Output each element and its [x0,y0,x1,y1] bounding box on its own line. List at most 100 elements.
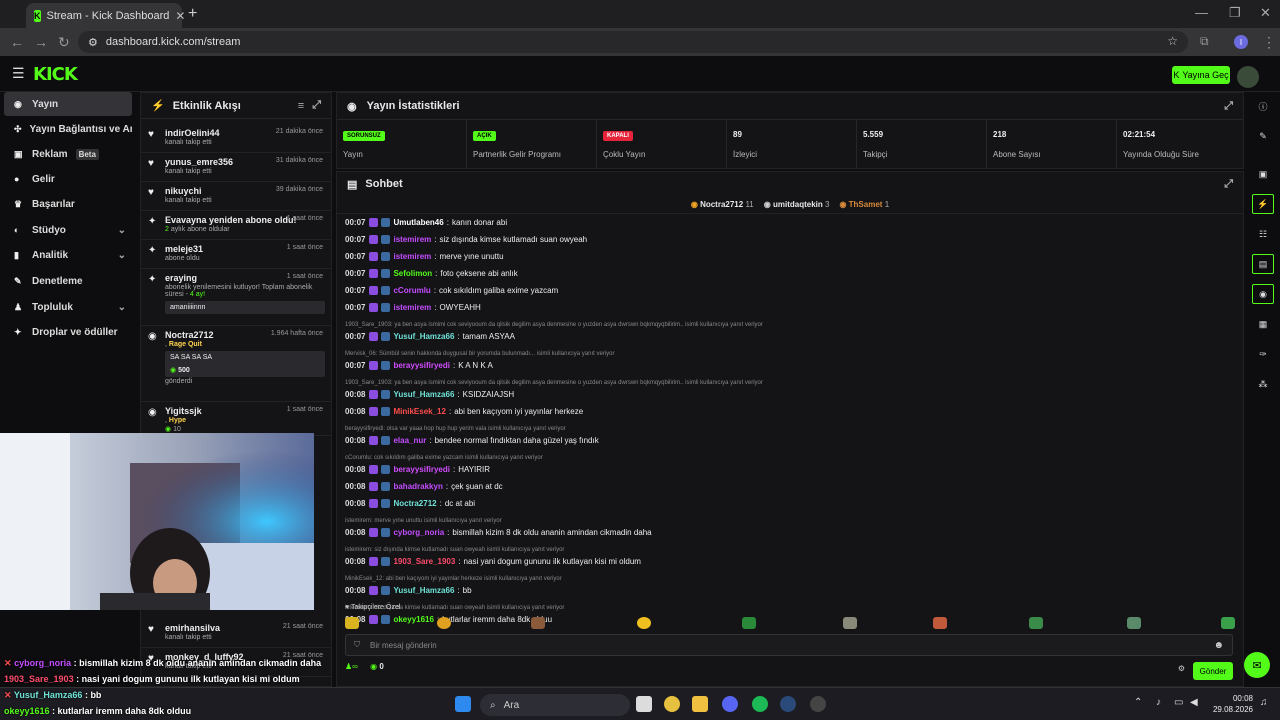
sidebar-item-revenue[interactable]: ● Gelir [4,167,132,191]
filter-icon[interactable]: ≡ [298,100,304,112]
forward-icon[interactable]: → [34,34,48,50]
chat-username[interactable]: Yusuf_Hamza66 [393,586,454,595]
expand-icon[interactable]: ⤢ [1224,100,1233,113]
chat-username[interactable]: istemirem [393,303,431,312]
emoji-icon[interactable]: ☻ [1213,640,1224,651]
chat-input[interactable]: ⛉ Bir mesaj gönderin ☻ [345,634,1233,656]
video-icon[interactable]: ▣ [1252,164,1274,184]
chat-bubble-fab-icon[interactable]: ✉ [1244,652,1270,678]
apps-icon[interactable]: ⁂ [1252,374,1274,394]
chat-message[interactable]: 00:08 elaa_nur: bendee normal fındıktan da… [345,436,599,445]
extensions-icon[interactable]: ⧉ [1200,34,1209,49]
back-icon[interactable]: ← [10,34,24,50]
chat-username[interactable]: cyborg_noria [393,528,444,537]
chat-username[interactable]: Sefolimon [393,269,432,278]
emote-icon[interactable] [1221,617,1235,629]
send-button[interactable]: Gönder [1193,662,1233,680]
user-avatar[interactable] [1237,66,1259,88]
package-icon[interactable]: ▦ [1252,314,1274,334]
emote-icon[interactable] [531,617,545,629]
expand-icon[interactable]: ⤢ [1224,178,1233,191]
bookmark-star-icon[interactable]: ☆ [1167,34,1178,48]
sidebar-item-community[interactable]: ♟ Topluluk ⌄ [4,295,132,319]
chat-message[interactable]: 00:08 bahadrakkyn: çek şuan at dc [345,482,503,491]
top-gifter[interactable]: ◉ Noctra2712 11 [691,200,754,213]
chat-message[interactable]: 00:07 istemirem: OWYEAHH [345,303,481,312]
emote-icon[interactable] [933,617,947,629]
emote-icon[interactable] [843,617,857,629]
settings-gear-icon[interactable]: ⚙ [1178,664,1185,673]
new-tab-icon[interactable]: + [188,5,197,23]
chat-username[interactable]: okeyy1616 [393,615,433,624]
chat-message[interactable]: 00:08 Yusuf_Hamza66: KSIDZAIAJSH [345,390,514,399]
emote-icon[interactable] [1127,617,1141,629]
sidebar-item-stream[interactable]: ◉ Yayın [4,92,132,116]
emote-frog-icon[interactable] [1029,617,1043,629]
sidebar-item-stream-key[interactable]: ✣ Yayın Bağlantısı ve Anahtarı [4,117,132,141]
chat-username[interactable]: MinikEsek_12 [393,407,445,416]
close-window-icon[interactable]: ✕ [1260,5,1271,21]
chat-message[interactable]: 00:07 Yusuf_Hamza66: tamam ASYAA [345,332,515,341]
browser-tab[interactable]: K Stream - Kick Dashboard ✕ [26,3,185,28]
chat-message[interactable]: 00:08 MinikEsek_12: abi ben kaçıyom iyi ya… [345,407,583,416]
top-gifter[interactable]: ◉ umitdaqtekin 3 [764,200,830,213]
close-tab-icon[interactable]: ✕ [175,9,185,23]
chat-username[interactable]: istemirem [393,235,431,244]
chat-username[interactable]: bahadrakkyn [393,482,442,491]
minimize-icon[interactable]: — [1195,5,1208,20]
chat-username[interactable]: Yusuf_Hamza66 [393,332,454,341]
windows-start-icon[interactable] [455,696,471,712]
chat-message[interactable]: 00:08 cyborg_noria: bismillah kizim 8 dk o… [345,528,652,537]
chat-username[interactable]: berayysifiryedi [393,465,449,474]
menu-dots-icon[interactable]: ⋮ [1262,34,1276,51]
chat-username[interactable]: elaa_nur [393,436,426,445]
url-field[interactable]: ⚙ dashboard.kick.com/stream ☆ [78,31,1188,53]
sidebar-item-achievements[interactable]: ♛ Başarılar [4,192,132,216]
chat-message[interactable]: 00:08 berayysifiryedi: HAYIRIR [345,465,490,474]
chat-username[interactable]: istemirem [393,252,431,261]
taskbar-search[interactable]: ⌕ Ara [480,694,630,716]
sidebar-item-analytics[interactable]: ▮ Analitik ⌄ [4,243,132,267]
list-icon[interactable]: ☷ [1252,224,1274,244]
stream-toggle-icon[interactable]: ◉ [1252,284,1274,304]
chat-message[interactable]: 00:07 istemirem: siz dışında kimse kutlama… [345,235,587,244]
sidebar-item-moderation[interactable]: ✎ Denetleme [4,269,132,293]
chat-username[interactable]: 1903_Sare_1903 [393,557,455,566]
taskbar-clock[interactable]: 00:08 29.08.2026 [1205,693,1253,715]
hamburger-menu-icon[interactable]: ☰ [12,65,25,82]
reload-icon[interactable]: ↻ [58,34,70,51]
file-explorer-icon[interactable] [692,696,708,712]
spotify-icon[interactable] [752,696,768,712]
go-live-button[interactable]: K Yayına Geç [1172,66,1230,84]
emote-icon[interactable] [637,617,651,629]
emote-smile-icon[interactable] [437,617,451,629]
chat-message[interactable]: 00:07 berayysifiryedi: K A N K A [345,361,493,370]
edit-icon[interactable]: ✎ [1252,126,1274,146]
site-info-icon[interactable]: ⚙ [88,36,98,49]
chat-message[interactable]: 00:08 Noctra2712: dc at abi [345,499,475,508]
kick-logo[interactable]: KICK [33,64,78,85]
discord-icon[interactable] [722,696,738,712]
emote-frog-icon[interactable] [742,617,756,629]
chat-message[interactable]: 00:08 1903_Sare_1903: nasi yani dogum gunu… [345,557,641,566]
obs-icon[interactable] [810,696,826,712]
chat-username[interactable]: cCorumlu [393,286,430,295]
info-icon[interactable]: ⓘ [1252,96,1274,116]
top-gifter[interactable]: ◉ ThSamet 1 [839,200,889,213]
chat-username[interactable]: Umutlaben46 [393,218,443,227]
activity-toggle-icon[interactable]: ⚡ [1252,194,1274,214]
chat-username[interactable]: Yusuf_Hamza66 [393,390,454,399]
maximize-icon[interactable]: ❐ [1229,5,1241,21]
profile-avatar[interactable]: I [1234,35,1248,49]
chat-message[interactable]: 00:07 cCorumlu: cok sıkıldım galiba exime … [345,286,558,295]
steam-icon[interactable] [780,696,796,712]
chat-message[interactable]: 00:07 Sefolimon: foto çeksene abi anlık [345,269,518,278]
task-view-icon[interactable] [636,696,652,712]
chat-username[interactable]: Noctra2712 [393,499,436,508]
chat-message[interactable]: 00:07 istemirem: merve yıne unuttu [345,252,504,261]
tray-chevron-icon[interactable]: ⌃ [1134,697,1142,708]
sidebar-item-ads[interactable]: ▣ Reklam Beta [4,142,132,166]
sidebar-item-studio[interactable]: ◐ Stüdyo ⌄ [4,218,132,242]
expand-icon[interactable]: ⤢ [312,99,321,112]
sidebar-item-drops[interactable]: ✦ Droplar ve ödüller [4,320,132,344]
